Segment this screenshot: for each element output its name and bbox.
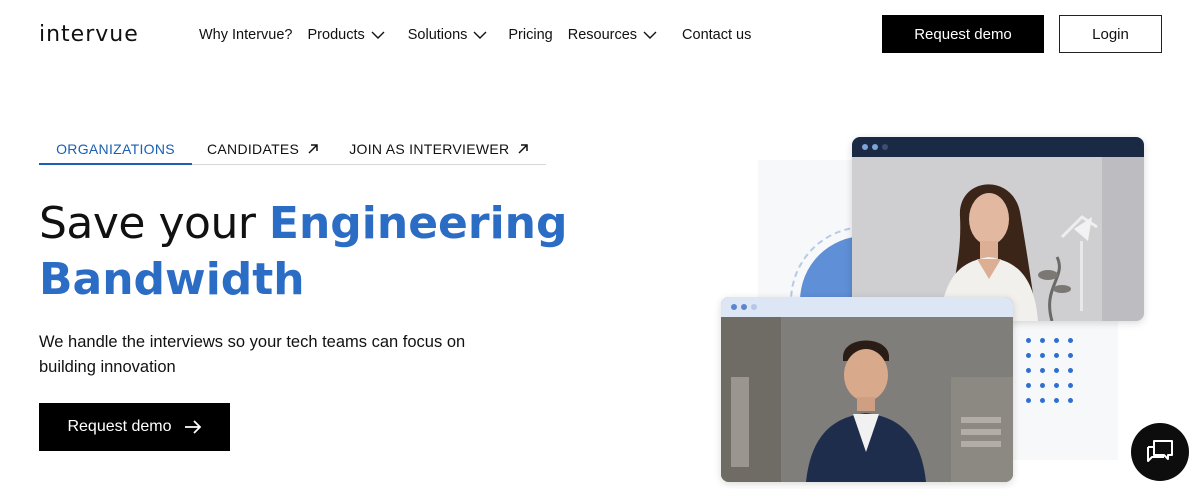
main-menu: Why Intervue? Products Solutions Pricing… xyxy=(199,27,766,43)
grid-dot xyxy=(1068,368,1073,373)
video-window-candidate xyxy=(721,297,1013,482)
menu-item-products[interactable]: Products xyxy=(308,27,385,43)
tab-candidates[interactable]: CANDIDATES xyxy=(207,136,319,165)
menu-item-label: Why Intervue? xyxy=(199,27,293,43)
chevron-down-icon xyxy=(643,31,657,39)
arrow-right-icon xyxy=(184,420,201,434)
menu-item-solutions[interactable]: Solutions xyxy=(408,27,488,43)
login-button[interactable]: Login xyxy=(1059,15,1162,53)
window-dot xyxy=(882,144,888,150)
hero-title-highlight: Bandwidth xyxy=(39,254,305,305)
window-dot xyxy=(731,304,737,310)
top-nav: intervue Why Intervue? Products Solution… xyxy=(0,0,1200,72)
window-dot xyxy=(751,304,757,310)
request-demo-button[interactable]: Request demo xyxy=(882,15,1044,53)
grid-dot xyxy=(1054,353,1059,358)
menu-item-label: Products xyxy=(307,27,365,43)
hero-cta-label: Request demo xyxy=(67,418,172,435)
window-dot xyxy=(872,144,878,150)
menu-item-label: Resources xyxy=(567,27,638,43)
chat-bubbles-icon xyxy=(1147,440,1173,462)
grid-dot xyxy=(1026,353,1031,358)
hero-request-demo-button[interactable]: Request demo xyxy=(39,403,230,451)
menu-item-label: Solutions xyxy=(407,27,468,43)
grid-dot xyxy=(1040,353,1045,358)
window-dot xyxy=(862,144,868,150)
menu-item-label: Pricing xyxy=(508,27,553,43)
chat-widget-button[interactable] xyxy=(1131,423,1189,481)
tab-organizations[interactable]: ORGANIZATIONS xyxy=(39,136,192,165)
intervue-logo[interactable]: intervue xyxy=(39,22,139,47)
menu-item-why-intervue[interactable]: Why Intervue? xyxy=(199,27,293,43)
tab-label: JOIN AS INTERVIEWER xyxy=(349,141,510,157)
menu-item-resources[interactable]: Resources xyxy=(568,27,657,43)
window-title-bar xyxy=(852,137,1144,157)
menu-item-pricing[interactable]: Pricing xyxy=(508,27,552,43)
chevron-down-icon xyxy=(473,31,487,39)
arrow-up-right-icon xyxy=(518,144,529,154)
window-dot xyxy=(741,304,747,310)
grid-dot xyxy=(1054,398,1059,403)
hero-subtitle: We handle the interviews so your tech te… xyxy=(39,333,466,376)
grid-dot xyxy=(1068,398,1073,403)
grid-dot xyxy=(1040,338,1045,343)
grid-dot xyxy=(1068,383,1073,388)
grid-dot xyxy=(1054,338,1059,343)
grid-dot xyxy=(1040,398,1045,403)
grid-dot xyxy=(1068,338,1073,343)
window-title-bar xyxy=(721,297,1013,317)
grid-dot xyxy=(1026,383,1031,388)
grid-dot xyxy=(1026,368,1031,373)
hero-title-plain: Save your xyxy=(39,198,269,249)
menu-item-label: Contact us xyxy=(682,27,752,43)
video-window-interviewer xyxy=(852,137,1144,321)
grid-dot xyxy=(1040,383,1045,388)
menu-item-contact-us[interactable]: Contact us xyxy=(682,27,751,43)
decorative-dot-grid xyxy=(1026,338,1074,403)
hero-title: Save your Engineering Bandwidth xyxy=(39,196,599,308)
audience-tabs: ORGANIZATIONS CANDIDATES JOIN AS INTERVI… xyxy=(39,136,546,165)
chevron-down-icon xyxy=(371,31,385,39)
man-video-image xyxy=(721,317,1013,482)
grid-dot xyxy=(1026,338,1031,343)
grid-dot xyxy=(1026,398,1031,403)
tab-label: ORGANIZATIONS xyxy=(56,141,175,157)
grid-dot xyxy=(1054,383,1059,388)
hero-title-highlight: Engineering xyxy=(268,198,568,249)
tab-label: CANDIDATES xyxy=(207,141,300,157)
arrow-up-right-icon xyxy=(308,144,318,154)
tab-join-as-interviewer[interactable]: JOIN AS INTERVIEWER xyxy=(349,136,529,165)
grid-dot xyxy=(1068,353,1073,358)
grid-dot xyxy=(1040,368,1045,373)
grid-dot xyxy=(1054,368,1059,373)
